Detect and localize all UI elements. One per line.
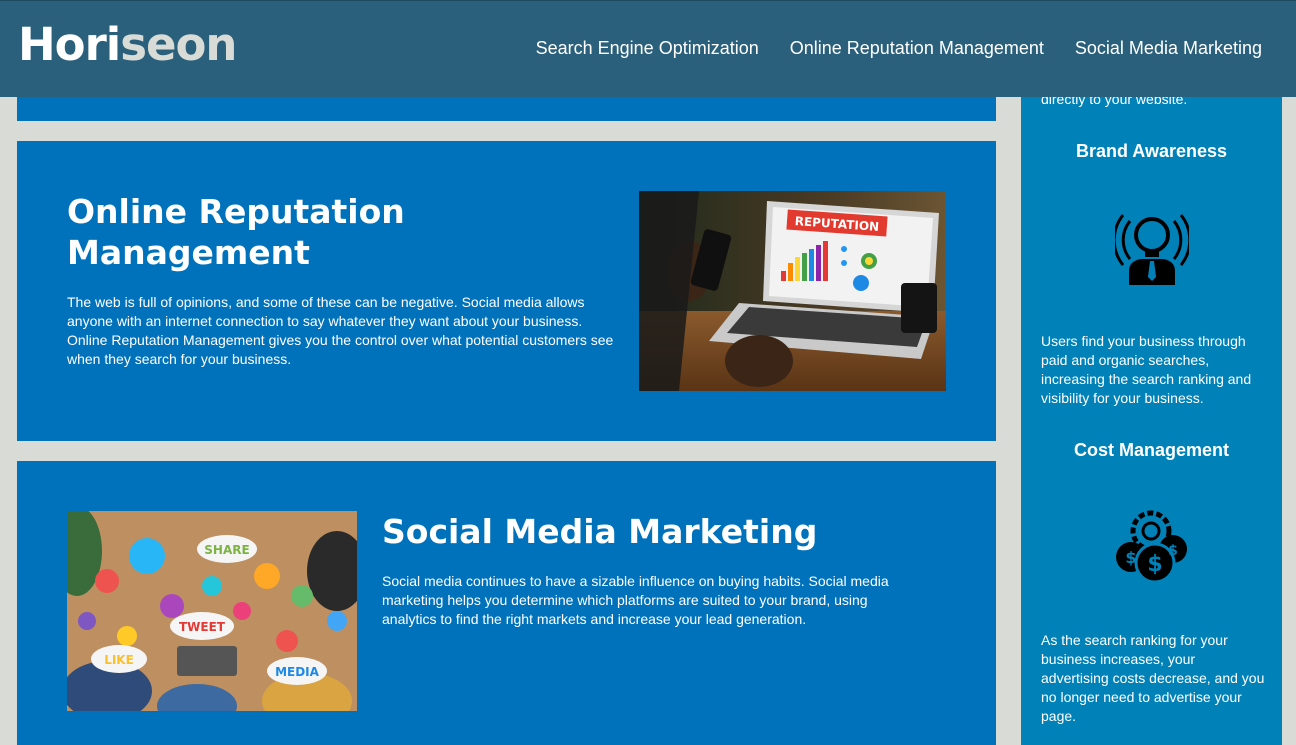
gear-coins-icon: $ $ $ (1113, 507, 1191, 590)
nav-link-seo[interactable]: Search Engine Optimization (536, 37, 759, 59)
smm-image: SHARE TWEET LIKE MEDIA (52, 506, 367, 729)
nav-link-smm[interactable]: Social Media Marketing (1075, 37, 1262, 59)
lightbulb-person-icon (1112, 205, 1192, 290)
site-header: Horiseon Search Engine Optimization Onli… (0, 0, 1296, 97)
logo-main: Hori (18, 18, 121, 71)
logo[interactable]: Horiseon (18, 22, 237, 67)
cost-management-heading: Cost Management (1073, 440, 1230, 460)
logo-accent: seon (120, 18, 237, 71)
online-reputation-management-card: Online Reputation Management The web is … (17, 141, 996, 441)
brand-awareness-description: Users find your business through paid an… (1041, 333, 1252, 406)
smm-image-media: MEDIA (275, 665, 320, 679)
benefits-sidebar: directly to your website. Brand Awarenes… (1021, 0, 1282, 745)
smm-image-tweet: TWEET (179, 620, 226, 634)
orm-body: The web is full of opinions, and some of… (67, 294, 614, 367)
svg-text:$: $ (1168, 543, 1178, 559)
brand-awareness-heading: Brand Awareness (1075, 141, 1228, 161)
svg-text:$: $ (1147, 552, 1162, 577)
smm-body: Social media continues to have a sizable… (382, 573, 889, 627)
social-media-marketing-card: Social Media Marketing Social media cont… (17, 461, 996, 745)
nav-link-orm[interactable]: Online Reputation Management (790, 37, 1044, 59)
smm-image-like: LIKE (104, 653, 134, 667)
cost-management-description: As the search ranking for your business … (1041, 632, 1265, 724)
orm-image: REPUTATION (639, 191, 946, 391)
smm-image-share: SHARE (204, 543, 249, 557)
smm-title: Social Media Marketing (382, 512, 818, 551)
svg-text:$: $ (1125, 548, 1136, 567)
orm-title: Online Reputation Management (67, 192, 405, 272)
main-nav: Search Engine Optimization Online Reputa… (536, 37, 1262, 59)
